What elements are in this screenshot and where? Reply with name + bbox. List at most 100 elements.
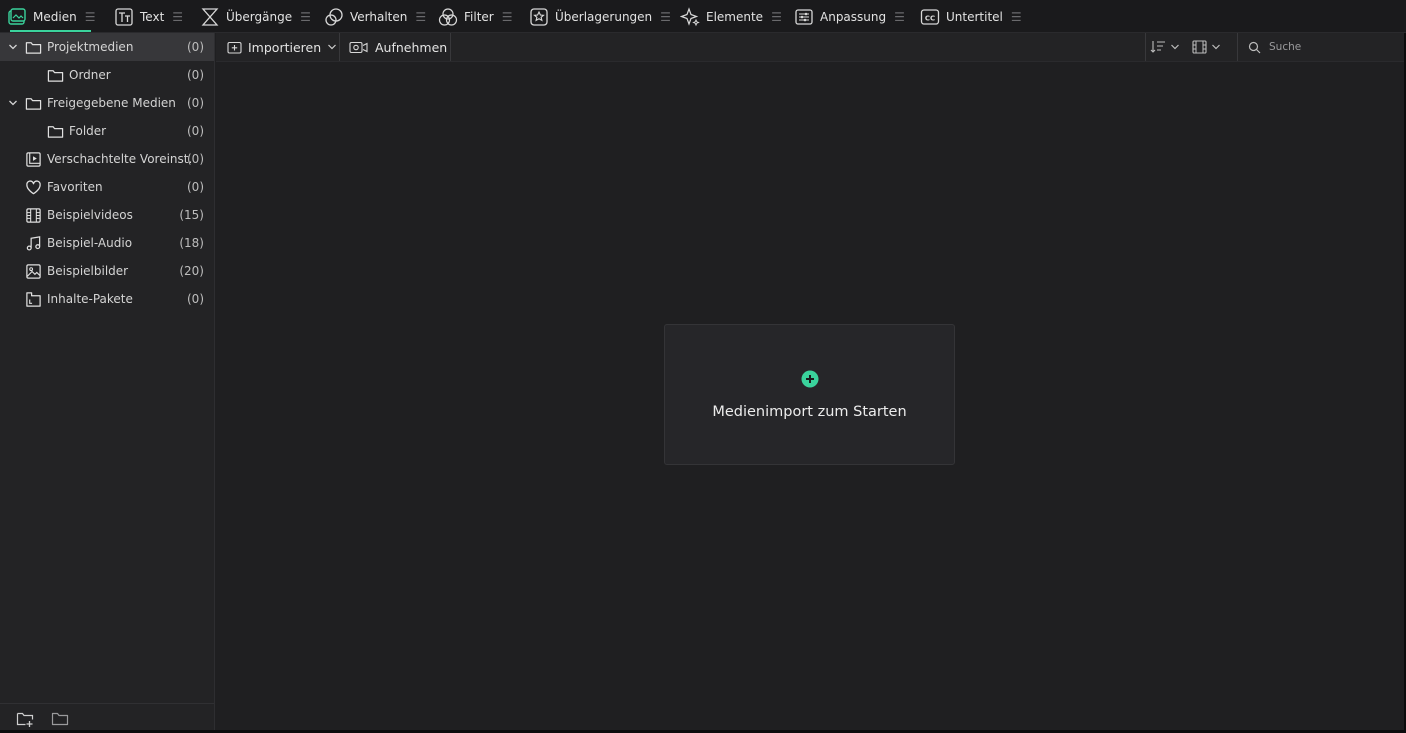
item-count: (0) — [187, 68, 204, 82]
chevron-down-icon[interactable] — [6, 40, 20, 54]
hamburger-icon[interactable]: ☰ — [771, 10, 782, 24]
sidebar-item-content-packages[interactable]: Inhalte-Pakete (0) — [0, 285, 214, 313]
sidebar-item-sample-videos[interactable]: Beispielvideos (15) — [0, 201, 214, 229]
tab-adjustment-label: Anpassung — [820, 9, 887, 24]
film-strip-icon — [1192, 40, 1207, 54]
sidebar-item-label: Ordner — [69, 68, 111, 82]
media-sidebar: Projektmedien (0) Ordner (0) Freigegeben… — [0, 33, 215, 733]
sidebar-item-favorites[interactable]: Favoriten (0) — [0, 173, 214, 201]
item-count: (20) — [179, 264, 204, 278]
nested-preset-icon — [24, 150, 42, 168]
item-count: (18) — [179, 236, 204, 250]
sidebar-item-folder[interactable]: Folder (0) — [0, 117, 214, 145]
hamburger-icon[interactable]: ☰ — [660, 10, 671, 24]
hamburger-icon[interactable]: ☰ — [502, 10, 513, 24]
sidebar-item-nested-presets[interactable]: Verschachtelte Voreinst. (0) — [0, 145, 214, 173]
music-note-icon — [24, 234, 42, 252]
tab-media-label: Medien — [33, 9, 77, 24]
active-tab-indicator — [10, 30, 92, 32]
image-icon — [24, 262, 42, 280]
new-folder-icon[interactable] — [16, 710, 34, 728]
import-button[interactable]: Importieren — [227, 33, 337, 61]
search-input[interactable] — [1269, 41, 1399, 53]
media-icon — [6, 6, 28, 28]
sidebar-item-ordner[interactable]: Ordner (0) — [0, 61, 214, 89]
filter-icon — [437, 6, 459, 28]
item-count: (0) — [187, 40, 204, 54]
folder-icon[interactable] — [51, 710, 69, 728]
hamburger-icon[interactable]: ☰ — [300, 10, 311, 24]
item-count: (0) — [187, 180, 204, 194]
hamburger-icon[interactable]: ☰ — [1011, 10, 1022, 24]
tab-media[interactable]: Medien ☰ — [6, 0, 95, 33]
item-count: (15) — [179, 208, 204, 222]
hamburger-icon[interactable]: ☰ — [415, 10, 426, 24]
tab-subtitles[interactable]: CC Untertitel ☰ — [919, 0, 1022, 33]
sidebar-item-label: Beispielvideos — [47, 208, 133, 222]
import-prompt-text: Medienimport zum Starten — [712, 404, 907, 420]
overlays-icon — [528, 6, 550, 28]
toolbar-divider — [1145, 33, 1146, 61]
behaviors-icon — [323, 6, 345, 28]
add-circle-icon — [801, 370, 819, 388]
sidebar-item-label: Beispielbilder — [47, 264, 129, 278]
transitions-icon — [199, 6, 221, 28]
toolbar-divider — [450, 33, 451, 61]
sidebar-item-project-media[interactable]: Projektmedien (0) — [0, 33, 214, 61]
hamburger-icon[interactable]: ☰ — [85, 10, 96, 24]
category-bar: Medien ☰ Text ☰ Übergänge ☰ Verhalten ☰ — [0, 0, 1406, 33]
tab-filter[interactable]: Filter ☰ — [437, 0, 512, 33]
tab-transitions-label: Übergänge — [226, 9, 293, 24]
search-box — [1237, 33, 1406, 61]
sidebar-item-sample-images[interactable]: Beispielbilder (20) — [0, 257, 214, 285]
sidebar-item-sample-audio[interactable]: Beispiel-Audio (18) — [0, 229, 214, 257]
tab-subtitles-label: Untertitel — [946, 9, 1003, 24]
sidebar-item-shared-media[interactable]: Freigegebene Medien (0) — [0, 89, 214, 117]
sidebar-footer — [0, 703, 214, 733]
tab-overlays[interactable]: Überlagerungen ☰ — [528, 0, 671, 33]
sidebar-item-label: Beispiel-Audio — [47, 236, 133, 250]
tab-text[interactable]: Text ☰ — [113, 0, 183, 33]
chevron-down-icon — [1171, 44, 1179, 50]
chevron-down-icon[interactable] — [6, 96, 20, 110]
heart-icon — [24, 178, 42, 196]
item-count: (0) — [187, 124, 204, 138]
record-label: Aufnehmen — [375, 39, 448, 55]
sidebar-item-label: Folder — [69, 124, 107, 138]
sidebar-item-label: Verschachtelte Voreinst. — [47, 152, 193, 166]
app-window: Medien ☰ Text ☰ Übergänge ☰ Verhalten ☰ — [0, 0, 1406, 733]
film-icon — [24, 206, 42, 224]
folder-icon — [46, 66, 64, 84]
subtitles-icon: CC — [919, 6, 941, 28]
sidebar-item-label: Projektmedien — [47, 40, 134, 54]
tab-transitions[interactable]: Übergänge ☰ — [199, 0, 311, 33]
import-label: Importieren — [248, 39, 322, 55]
tab-elements[interactable]: Elemente ☰ — [679, 0, 782, 33]
hamburger-icon[interactable]: ☰ — [894, 10, 905, 24]
chevron-down-icon — [1212, 44, 1220, 50]
tab-text-label: Text — [140, 9, 165, 24]
view-mode-button[interactable] — [1192, 33, 1221, 61]
tab-behaviors[interactable]: Verhalten ☰ — [323, 0, 426, 33]
camera-icon — [349, 41, 368, 53]
svg-text:CC: CC — [925, 14, 935, 22]
search-icon — [1248, 41, 1261, 53]
chevron-down-icon[interactable] — [327, 42, 337, 52]
tab-overlays-label: Überlagerungen — [555, 9, 653, 24]
media-toolbar: Importieren Aufnehmen — [216, 33, 1406, 62]
elements-icon — [679, 6, 701, 28]
item-count: (0) — [187, 152, 204, 166]
toolbar-divider — [339, 33, 340, 61]
tab-adjustment[interactable]: Anpassung ☰ — [793, 0, 905, 33]
tab-behaviors-label: Verhalten — [350, 9, 408, 24]
package-icon — [24, 290, 42, 308]
sidebar-item-label: Freigegebene Medien — [47, 96, 176, 110]
sort-button[interactable] — [1150, 33, 1180, 61]
import-media-card[interactable]: Medienimport zum Starten — [664, 324, 955, 465]
folder-icon — [46, 122, 64, 140]
tab-filter-label: Filter — [464, 9, 494, 24]
record-button[interactable]: Aufnehmen — [349, 33, 447, 61]
hamburger-icon[interactable]: ☰ — [172, 10, 183, 24]
sidebar-item-label: Inhalte-Pakete — [47, 292, 133, 306]
folder-icon — [24, 38, 42, 56]
